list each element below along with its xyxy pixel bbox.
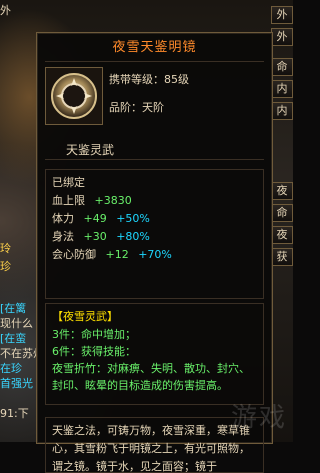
stat-value: +30 [83, 230, 107, 243]
stat-percent: +70% [138, 248, 172, 261]
sidebar-item[interactable]: 珍 [0, 258, 36, 274]
carry-level: 携带等级：85级 [109, 73, 189, 86]
item-title: 夜雪天鉴明镜 [112, 40, 197, 55]
divider [45, 159, 264, 160]
stats-panel: 已绑定 血上限 +3830 体力 +49 +50% 身法 +30 +80% 会心… [45, 169, 264, 299]
set-line: 夜雪折竹：对麻痹、失明、散功、封穴、封印、眩晕的目标造成的伤害提高。 [52, 362, 250, 392]
tab[interactable]: 内 [271, 80, 293, 98]
set-line: 6件：获得技能： [52, 345, 136, 358]
tab[interactable]: 外 [271, 6, 293, 24]
bound-status: 已绑定 [52, 176, 85, 189]
sidebar-item[interactable]: 91:下 [0, 405, 36, 421]
stat-label: 身法 [52, 230, 74, 243]
watermark: 游戏 [230, 403, 287, 433]
sidebar-item[interactable]: 在珍 [0, 360, 36, 376]
tab[interactable]: 夜 [271, 182, 293, 200]
stat-row: 体力 +49 +50% [52, 210, 150, 226]
stat-value: +12 [105, 248, 129, 261]
tab[interactable]: 夜 [271, 226, 293, 244]
stat-row: 会心防御 +12 +70% [52, 246, 172, 262]
mirror-icon [45, 67, 103, 125]
tab[interactable]: 外 [271, 28, 293, 46]
tab[interactable]: 内 [271, 102, 293, 120]
sidebar-item[interactable]: [在蛮 [0, 330, 36, 346]
sidebar-item[interactable]: 外 [0, 2, 36, 18]
left-sidebar: 外 玲 珍 [在篱 现什么 [在蛮 不在苏州 在珍 首强光 91:下 [0, 0, 36, 442]
stat-label: 血上限 [52, 194, 85, 207]
right-tabs: 外 外 命 内 内 夜 命 夜 获 [271, 0, 293, 442]
stat-value: +3830 [94, 194, 132, 207]
tab[interactable]: 命 [271, 204, 293, 222]
item-tooltip: 夜雪天鉴明镜 携带等级：85级 品阶：天阶 天鉴灵武 已绑定 血上限 +3830… [36, 32, 273, 473]
sidebar-item[interactable]: 首强光 [0, 375, 36, 391]
sidebar-item[interactable]: 现什么 [0, 315, 36, 331]
stat-label: 会心防御 [52, 248, 96, 261]
sidebar-item[interactable]: [在篱 [0, 300, 36, 316]
stat-row: 身法 +30 +80% [52, 228, 150, 244]
divider [45, 61, 264, 62]
item-subtitle: 天鉴灵武 [66, 143, 115, 157]
stat-percent: +50% [116, 212, 150, 225]
stat-value: +49 [83, 212, 107, 225]
set-line: 3件：命中增加； [52, 328, 136, 341]
tab[interactable]: 命 [271, 58, 293, 76]
sidebar-item[interactable]: 玲 [0, 240, 36, 256]
stat-percent: +80% [116, 230, 150, 243]
stat-row: 血上限 +3830 [52, 192, 132, 208]
item-rank: 品阶：天阶 [109, 101, 164, 114]
tab[interactable]: 获 [271, 248, 293, 266]
stat-label: 体力 [52, 212, 74, 225]
set-bonus-panel: 【夜雪灵武】 3件：命中增加； 6件：获得技能： 夜雪折竹：对麻痹、失明、散功、… [45, 303, 264, 405]
set-title: 【夜雪灵武】 [52, 310, 118, 323]
sidebar-item[interactable]: 不在苏州 [0, 345, 36, 361]
